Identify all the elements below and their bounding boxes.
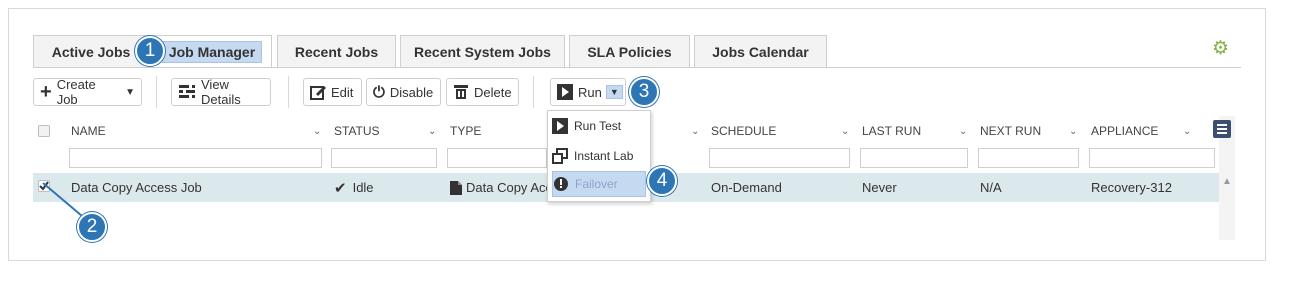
create-job-button[interactable]: + Create Job ▼ xyxy=(33,77,142,107)
name-filter-input[interactable] xyxy=(69,148,322,168)
schedule-filter-input[interactable] xyxy=(709,148,850,168)
instant-lab-menu-item[interactable]: Instant Lab xyxy=(552,143,646,169)
trash-icon xyxy=(453,84,469,100)
chevron-down-icon[interactable]: ⌄ xyxy=(1069,118,1077,144)
details-icon xyxy=(178,84,196,100)
check-icon: ✔ xyxy=(334,179,347,197)
create-job-label: Create Job xyxy=(56,77,96,107)
view-details-button[interactable]: View Details xyxy=(171,77,271,107)
delete-button[interactable]: Delete xyxy=(446,78,519,106)
column-header-appliance[interactable]: APPLIANCE xyxy=(1091,118,1158,144)
tab-label: Job Manager xyxy=(161,41,263,63)
callout-3: 3 xyxy=(629,77,659,107)
type-cell: Data Copy Access xyxy=(450,173,553,202)
tab-divider xyxy=(33,67,1241,68)
chevron-down-icon[interactable]: ⌄ xyxy=(691,118,699,144)
gear-icon[interactable]: ⚙ xyxy=(1212,37,1229,60)
run-button[interactable]: Run ▼ xyxy=(550,78,626,106)
tab-recent-jobs[interactable]: Recent Jobs xyxy=(277,35,396,67)
menu-item-label: Failover xyxy=(575,177,618,191)
chevron-down-icon[interactable]: ⌄ xyxy=(1183,118,1191,144)
type-filter-input[interactable] xyxy=(447,148,547,168)
select-all-checkbox[interactable] xyxy=(38,125,50,137)
tab-label: Recent Jobs xyxy=(294,43,379,60)
play-icon xyxy=(552,118,568,134)
column-header-schedule[interactable]: SCHEDULE xyxy=(711,118,776,144)
chevron-down-icon[interactable]: ⌄ xyxy=(313,118,321,144)
callout-1: 1 xyxy=(135,36,165,66)
tab-recent-system-jobs[interactable]: Recent System Jobs xyxy=(400,35,565,67)
appliance-cell: Recovery-312 xyxy=(1091,180,1172,195)
power-icon: ⏻ xyxy=(373,83,385,101)
appliance-filter-input[interactable] xyxy=(1089,148,1215,168)
status-filter-input[interactable] xyxy=(331,148,437,168)
windows-icon xyxy=(552,148,568,164)
edit-icon xyxy=(310,84,326,100)
play-icon xyxy=(557,84,573,100)
menu-item-label: Instant Lab xyxy=(574,149,634,163)
callout-2: 2 xyxy=(77,212,107,242)
column-header-name[interactable]: NAME xyxy=(71,118,106,144)
job-name-cell: Data Copy Access Job xyxy=(71,180,202,195)
column-header-next-run[interactable]: NEXT RUN xyxy=(980,118,1041,144)
failover-menu-item[interactable]: Failover xyxy=(552,171,646,197)
column-header-last-run[interactable]: LAST RUN xyxy=(862,118,921,144)
toolbar-divider xyxy=(156,76,157,108)
alert-icon xyxy=(553,176,569,192)
plus-icon: + xyxy=(40,80,52,103)
document-icon xyxy=(450,180,462,195)
toolbar-divider xyxy=(288,76,289,108)
disable-button[interactable]: ⏻ Disable xyxy=(366,78,441,106)
type-text: Data Copy Access xyxy=(466,180,553,195)
edit-button[interactable]: Edit xyxy=(303,78,362,106)
tab-active-jobs[interactable]: Active Jobs xyxy=(33,35,149,67)
toolbar-divider xyxy=(533,76,534,108)
column-header-type[interactable]: TYPE xyxy=(450,118,481,144)
next-run-filter-input[interactable] xyxy=(978,148,1079,168)
run-dropdown-menu: Run Test Instant Lab Failover xyxy=(547,110,651,202)
run-label: Run xyxy=(578,84,602,100)
tab-label: Recent System Jobs xyxy=(414,43,551,60)
last-run-cell: Never xyxy=(862,180,897,195)
tab-label: Jobs Calendar xyxy=(712,43,809,60)
chevron-down-icon[interactable]: ⌄ xyxy=(428,118,436,144)
caret-down-icon[interactable]: ▼ xyxy=(605,85,623,99)
next-run-cell: N/A xyxy=(980,180,1002,195)
status-cell: ✔ Idle xyxy=(334,173,434,202)
chevron-down-icon[interactable]: ⌄ xyxy=(841,118,849,144)
last-run-filter-input[interactable] xyxy=(860,148,968,168)
column-header-status[interactable]: STATUS xyxy=(334,118,380,144)
tab-jobs-calendar[interactable]: Jobs Calendar xyxy=(694,35,827,67)
column-menu-icon[interactable] xyxy=(1213,120,1231,138)
run-test-menu-item[interactable]: Run Test xyxy=(552,113,646,139)
menu-item-label: Run Test xyxy=(574,119,622,133)
view-details-label: View Details xyxy=(201,77,241,107)
scroll-up-icon[interactable]: ▲ xyxy=(1222,176,1232,187)
chevron-down-icon[interactable]: ⌄ xyxy=(959,118,967,144)
delete-label: Delete xyxy=(474,84,512,100)
schedule-cell: On-Demand xyxy=(711,180,782,195)
tab-label: SLA Policies xyxy=(587,43,672,60)
edit-label: Edit xyxy=(331,84,354,100)
tab-job-manager[interactable]: Job Manager xyxy=(152,35,272,68)
status-text: Idle xyxy=(352,180,374,195)
tab-label: Active Jobs xyxy=(51,43,131,60)
callout-4: 4 xyxy=(647,166,677,196)
disable-label: Disable xyxy=(389,84,434,100)
tab-sla-policies[interactable]: SLA Policies xyxy=(569,35,690,67)
caret-down-icon: ▼ xyxy=(125,86,135,98)
